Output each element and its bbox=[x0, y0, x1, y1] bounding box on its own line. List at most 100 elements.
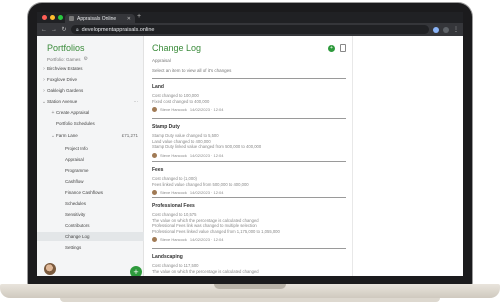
sidebar-item-label: Station Avenue bbox=[47, 99, 78, 104]
sidebar-item-label: Schedules bbox=[65, 201, 87, 206]
entry-change-line: Stamp Duty linked value changed from 500… bbox=[152, 144, 262, 149]
more-icon[interactable]: ··· bbox=[134, 99, 139, 104]
sidebar-item[interactable]: Cashflow bbox=[37, 177, 144, 186]
entry-title: Fees bbox=[152, 167, 164, 173]
entry-date: 14/02/2023 · 12:04 bbox=[189, 152, 224, 158]
entry-author: Steve Hancock bbox=[160, 237, 187, 242]
tab-title: Appraisals Online bbox=[77, 15, 117, 22]
sidebar-item[interactable]: Appraisal bbox=[37, 155, 144, 164]
lock-icon: 🔒︎ bbox=[76, 26, 79, 33]
change-log-panel: Change Log + Appraisal Select an item to… bbox=[145, 36, 352, 276]
change-entry[interactable]: Landscaping Cost changed to 117,500 The va… bbox=[152, 248, 346, 274]
detail-pane bbox=[352, 36, 463, 276]
laptop-foot bbox=[60, 298, 440, 302]
entry-change-line: The value on which the percentage is cal… bbox=[152, 268, 259, 274]
browser-tab[interactable]: Appraisals Online ✕ bbox=[65, 14, 135, 23]
sidebar-item-label: Appraisal bbox=[65, 157, 84, 162]
browser-tabbar: Appraisals Online ✕ + bbox=[37, 12, 463, 23]
laptop-frame: Appraisals Online ✕ + ← → ↻ 🔒︎ developme… bbox=[0, 0, 500, 304]
maximize-window-button[interactable] bbox=[58, 15, 63, 20]
change-entry[interactable]: Fees Cost changed to (1,000) Fees linked v… bbox=[152, 161, 346, 195]
entry-meta: Steve Hancock 14/02/2023 · 12:04 bbox=[152, 107, 346, 112]
entry-change-line: Fixed cost changed to 400,000 bbox=[152, 98, 210, 104]
entry-meta: Steve Hancock 14/02/2023 · 12:04 bbox=[152, 152, 346, 158]
entry-title: Land bbox=[152, 84, 164, 90]
menu-icon[interactable]: ⋮ bbox=[453, 26, 459, 33]
add-entry-icon[interactable]: + bbox=[328, 45, 335, 52]
sidebar-item-label: Portfolio Schedules bbox=[56, 121, 95, 126]
page-title: Change Log bbox=[152, 43, 202, 53]
item-value: £71,271 bbox=[121, 133, 138, 138]
portfolio-selector[interactable]: Portfolio: Games ⚙ bbox=[47, 56, 88, 62]
entry-meta: Steve Hancock 14/02/2023 · 12:04 bbox=[152, 237, 346, 242]
extension-icon[interactable] bbox=[433, 26, 439, 33]
sidebar-item-label: Settings bbox=[65, 245, 82, 250]
url-text: developmentappraisals.online bbox=[81, 26, 155, 33]
document-icon[interactable] bbox=[340, 44, 346, 52]
entry-author: Steve Hancock bbox=[160, 190, 187, 195]
sidebar-item-label: Foxglove Drive bbox=[47, 77, 78, 82]
sidebar-item[interactable]: Settings bbox=[37, 243, 144, 252]
change-entry[interactable]: Professional Fees Cost changed to 10,575 T… bbox=[152, 197, 346, 242]
add-button[interactable]: + bbox=[130, 266, 142, 276]
sidebar-item[interactable]: Change Log bbox=[37, 232, 144, 241]
author-avatar bbox=[152, 152, 157, 158]
back-icon[interactable]: ← bbox=[41, 27, 47, 33]
user-avatar[interactable] bbox=[44, 263, 56, 275]
entry-meta: Steve Hancock 14/02/2023 · 12:04 bbox=[152, 190, 346, 195]
entry-date: 14/02/2023 · 12:04 bbox=[189, 237, 224, 242]
hint-text: Select an item to view all of it's chang… bbox=[152, 68, 232, 73]
url-field[interactable]: 🔒︎ developmentappraisals.online bbox=[71, 25, 429, 34]
author-avatar bbox=[152, 237, 157, 242]
close-window-button[interactable] bbox=[42, 15, 47, 20]
sidebar-item-label: Create Appraisal bbox=[56, 110, 90, 115]
profile-icon[interactable] bbox=[443, 26, 449, 33]
entry-change-line: Professional Fees linked value changed f… bbox=[152, 228, 280, 234]
sidebar-item-label: Finance Cashflows bbox=[65, 190, 104, 195]
entry-date: 14/02/2023 · 12:04 bbox=[189, 190, 224, 195]
sidebar-item[interactable]: Sensitivity bbox=[37, 210, 144, 219]
sidebar-item-label: Farm Lane bbox=[56, 133, 78, 138]
reload-icon[interactable]: ↻ bbox=[61, 26, 67, 33]
author-avatar bbox=[152, 107, 157, 112]
sidebar-item-label: Contributors bbox=[65, 223, 90, 228]
sidebar-item-label: Sensitivity bbox=[65, 212, 86, 217]
entry-title: Stamp Duty bbox=[152, 124, 180, 130]
sidebar-item[interactable]: Finance Cashflows bbox=[37, 188, 144, 197]
change-entry[interactable]: Stamp Duty Stamp Duty value changed to 5,… bbox=[152, 118, 346, 158]
sidebar-item[interactable]: ⌄ Station Avenue ··· bbox=[37, 97, 144, 106]
sidebar-item[interactable]: › Foxglove Drive bbox=[37, 75, 144, 84]
laptop-notch bbox=[214, 284, 286, 289]
window-controls bbox=[42, 15, 63, 20]
forward-icon[interactable]: → bbox=[51, 27, 57, 33]
sidebar: Portfolios Portfolio: Games ⚙ › Birchview… bbox=[37, 36, 144, 276]
settings-icon[interactable]: ⚙ bbox=[84, 56, 88, 62]
sidebar-item[interactable]: Project Info bbox=[37, 144, 144, 153]
section-label: Appraisal bbox=[152, 58, 171, 63]
entry-author: Steve Hancock bbox=[160, 152, 187, 158]
sidebar-item[interactable]: Contributors bbox=[37, 221, 144, 230]
sidebar-item[interactable]: › Oakleigh Gardens bbox=[37, 86, 144, 95]
screen: Appraisals Online ✕ + ← → ↻ 🔒︎ developme… bbox=[37, 12, 463, 276]
sidebar-item-label: Programme bbox=[65, 168, 89, 173]
entry-change-line: Fees linked value changed from 500,000 t… bbox=[152, 181, 249, 187]
close-tab-icon[interactable]: ✕ bbox=[127, 16, 131, 22]
minimize-window-button[interactable] bbox=[50, 15, 55, 20]
sidebar-title: Portfolios bbox=[47, 43, 85, 53]
sidebar-item[interactable]: Portfolio Schedules bbox=[37, 119, 144, 128]
sidebar-item[interactable]: + Create Appraisal bbox=[37, 108, 144, 117]
sidebar-item-label: Birchview Estates bbox=[47, 66, 83, 71]
sidebar-item[interactable]: Schedules bbox=[37, 199, 144, 208]
entry-author: Steve Hancock bbox=[160, 107, 187, 112]
portfolio-label: Portfolio: Games bbox=[47, 56, 81, 62]
entry-title: Landscaping bbox=[152, 254, 183, 260]
new-tab-button[interactable]: + bbox=[137, 13, 141, 20]
sidebar-item[interactable]: ⌄ Farm Lane £71,271 bbox=[37, 131, 144, 140]
sidebar-item-label: Project Info bbox=[65, 146, 88, 151]
sidebar-item-label: Change Log bbox=[65, 234, 90, 239]
favicon-icon bbox=[69, 16, 74, 21]
sidebar-item[interactable]: Programme bbox=[37, 166, 144, 175]
sidebar-item[interactable]: › Birchview Estates bbox=[37, 64, 144, 73]
address-bar: ← → ↻ 🔒︎ developmentappraisals.online ⋮ bbox=[37, 23, 463, 36]
change-entry[interactable]: Land Cost changed to 100,000 Fixed cost ch… bbox=[152, 78, 346, 112]
